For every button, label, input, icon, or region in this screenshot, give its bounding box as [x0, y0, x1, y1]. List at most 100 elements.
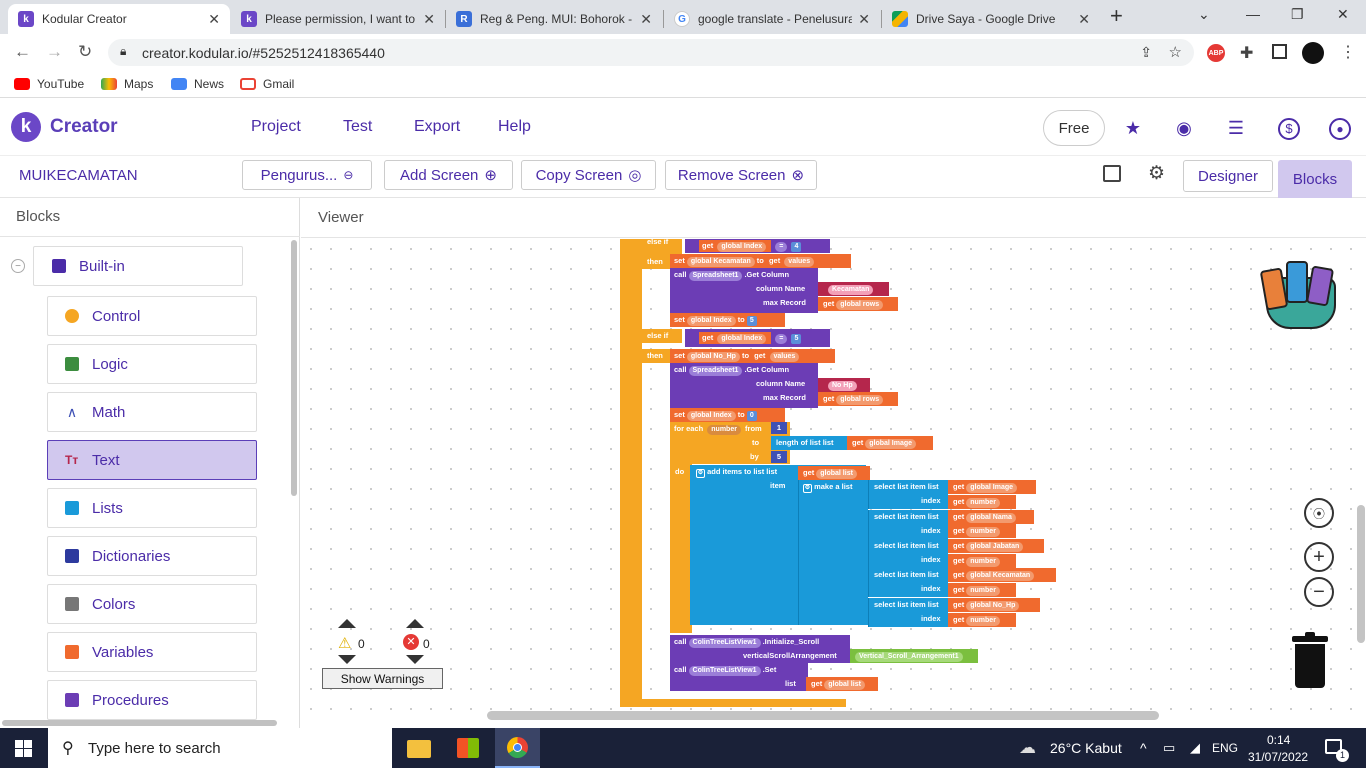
get-list-block[interactable]: get global list	[798, 466, 870, 480]
bookmark-star-icon[interactable]: ☆	[1169, 43, 1182, 61]
builtin-category[interactable]: Built-in	[33, 246, 243, 286]
tab-search-icon[interactable]: ⌄	[1198, 6, 1210, 23]
var-pill[interactable]: number	[966, 557, 1000, 567]
bookmark-gmail[interactable]: Gmail	[240, 77, 294, 91]
number-block[interactable]: 1	[771, 422, 787, 434]
get-kecamatan-block[interactable]: get global Kecamatan	[948, 568, 1056, 582]
var-pill[interactable]: global Index	[686, 411, 736, 421]
var-pill[interactable]: number	[966, 527, 1000, 537]
get-values-block[interactable]: get values	[751, 349, 805, 363]
get-image-block[interactable]: get global Image	[847, 436, 933, 450]
number-block[interactable]: 5	[746, 316, 757, 326]
taskbar-search[interactable]: ⚲ Type here to search	[48, 728, 392, 768]
number-block[interactable]: 4	[791, 242, 802, 252]
get-index-block[interactable]: get global Index	[699, 332, 772, 344]
remove-screen-button[interactable]: Remove Screen ⊗	[665, 160, 817, 190]
chrome-taskbar-icon[interactable]	[495, 728, 540, 768]
get-number-block[interactable]: get number	[948, 583, 1016, 597]
warning-down-arrow-icon[interactable]	[338, 655, 356, 664]
close-tab-icon[interactable]: ✕	[858, 11, 870, 28]
url-bar[interactable]: 🔒︎ creator.kodular.io/#5252512418365440 …	[108, 39, 1194, 66]
close-tab-icon[interactable]: ✕	[1078, 11, 1090, 28]
close-tab-icon[interactable]: ✕	[640, 11, 652, 28]
kodular-logo[interactable]: k	[11, 112, 41, 142]
plan-button[interactable]: Free	[1043, 110, 1105, 146]
get-rows-block[interactable]: get global rows	[818, 392, 898, 406]
store-icon[interactable]	[457, 738, 479, 758]
text-pill[interactable]: No Hp	[828, 381, 857, 391]
side-panel-icon[interactable]	[1272, 44, 1287, 59]
weather-text[interactable]: 26°C Kabut	[1050, 728, 1122, 768]
reload-icon[interactable]: ↻	[78, 42, 92, 62]
var-pill[interactable]: global Nama	[966, 513, 1016, 523]
category-variables[interactable]: Variables	[47, 632, 257, 672]
var-pill[interactable]: global No_Hp	[966, 601, 1020, 611]
var-pill[interactable]: global Index	[686, 316, 736, 326]
panel-scrollbar[interactable]	[291, 240, 297, 496]
zoom-out-icon[interactable]: −	[1304, 577, 1334, 607]
workspace-vertical-scrollbar[interactable]	[1357, 505, 1365, 643]
backpack-icon[interactable]	[1258, 257, 1348, 337]
category-math[interactable]: ∧ Math	[47, 392, 257, 432]
recenter-icon[interactable]: ⦿	[1304, 498, 1334, 528]
get-column-block[interactable]: call Spreadsheet1 .Get Column column Name …	[670, 268, 818, 313]
vsa-component-block[interactable]: Vertical_Scroll_Arrangement1	[850, 649, 978, 663]
zoom-in-icon[interactable]: +	[1304, 542, 1334, 572]
component-pill[interactable]: Spreadsheet1	[688, 366, 743, 376]
forward-icon[interactable]: →	[46, 42, 63, 62]
new-tab-icon[interactable]: +	[1110, 3, 1123, 29]
var-pill[interactable]: global rows	[836, 395, 884, 405]
operator-pill[interactable]: =	[775, 334, 788, 344]
docs-icon[interactable]: ☰	[1225, 118, 1247, 140]
category-logic[interactable]: Logic	[47, 344, 257, 384]
length-of-list-block[interactable]: length of list list	[771, 436, 847, 450]
number-block[interactable]: 5	[791, 334, 802, 344]
get-image-block[interactable]: get global Image	[948, 480, 1036, 494]
set-index-block[interactable]: set global Index to 5	[670, 313, 785, 327]
gallery-icon[interactable]	[1103, 165, 1121, 182]
if-block-body[interactable]	[620, 239, 642, 706]
select-item-block[interactable]: select list item list index	[868, 568, 948, 597]
make-list-block[interactable]: ⚙ make a list	[798, 480, 868, 625]
dollar-icon[interactable]: $	[1278, 118, 1300, 140]
var-pill[interactable]: number	[707, 425, 741, 435]
component-pill[interactable]: Spreadsheet1	[688, 271, 743, 281]
close-window-icon[interactable]: ✕	[1337, 6, 1349, 23]
text-pill[interactable]: Kecamatan	[828, 285, 874, 295]
set-nohp-block[interactable]: set global No_Hp to get values	[670, 349, 835, 363]
var-pill[interactable]: global list	[824, 680, 865, 690]
component-pill[interactable]: Vertical_Scroll_Arrangement1	[855, 652, 963, 662]
category-dictionaries[interactable]: Dictionaries	[47, 536, 257, 576]
account-icon[interactable]: ●	[1329, 118, 1351, 140]
category-lists[interactable]: Lists	[47, 488, 257, 528]
get-rows-block[interactable]: get global rows	[818, 297, 898, 311]
browser-tab[interactable]: G google translate - Penelusura ✕	[664, 4, 880, 34]
get-nohp-block[interactable]: get global No_Hp	[948, 598, 1040, 612]
adblock-icon[interactable]: ABP	[1207, 44, 1225, 62]
bookmark-youtube[interactable]: YouTube	[14, 77, 84, 91]
minimize-icon[interactable]: —	[1246, 6, 1260, 22]
operator-pill[interactable]: =	[775, 242, 788, 252]
var-pill[interactable]: global Kecamatan	[966, 571, 1035, 581]
compare-block[interactable]: get global Index = 5	[685, 329, 830, 347]
var-pill[interactable]: global Image	[966, 483, 1018, 493]
category-procedures[interactable]: Procedures	[47, 680, 257, 720]
trash-icon[interactable]	[1292, 632, 1328, 690]
var-pill[interactable]: global list	[816, 469, 857, 479]
initialize-scroll-block[interactable]: call ColinTreeListView1 .Initialize_Scroll…	[670, 635, 850, 663]
get-jabatan-block[interactable]: get global Jabatan	[948, 539, 1044, 553]
browser-tab[interactable]: k Please permission, I want to a ✕	[231, 4, 445, 34]
category-colors[interactable]: Colors	[47, 584, 257, 624]
back-icon[interactable]: ←	[14, 42, 31, 62]
get-index-block[interactable]: get global Index	[699, 240, 772, 252]
bookmark-maps[interactable]: Maps	[101, 77, 153, 91]
set-index-block[interactable]: set global Index to 0	[670, 408, 785, 422]
bookmark-news[interactable]: News	[171, 77, 224, 91]
chrome-menu-icon[interactable]: ⋮	[1340, 42, 1356, 62]
maximize-icon[interactable]: ❐	[1291, 6, 1304, 23]
number-block[interactable]: 5	[771, 451, 787, 463]
panel-horizontal-scrollbar[interactable]	[2, 720, 277, 726]
clock-date[interactable]: 31/07/2022	[1248, 737, 1308, 777]
copy-screen-button[interactable]: Copy Screen ◎	[521, 160, 656, 190]
show-warnings-button[interactable]: Show Warnings	[322, 668, 443, 689]
